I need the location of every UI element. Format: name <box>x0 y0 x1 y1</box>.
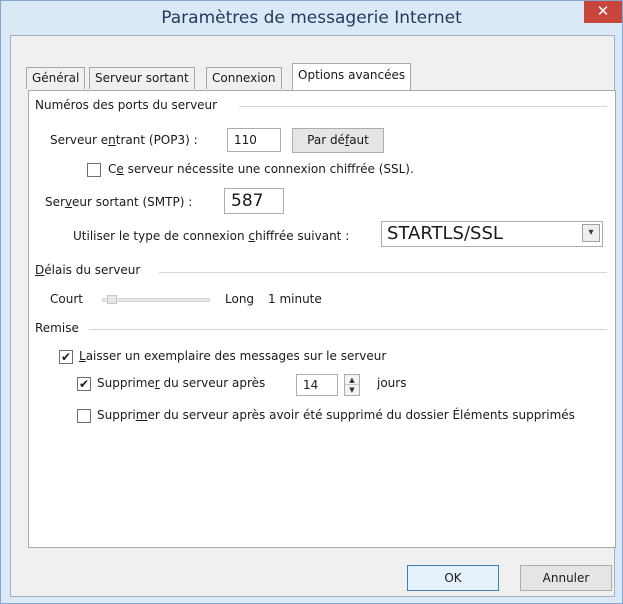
ssl-checkbox[interactable] <box>87 163 101 177</box>
timeout-short-label: Court <box>50 292 83 306</box>
keep-copy-checkbox[interactable]: ✔ <box>59 350 73 364</box>
timeout-group-label: Délais du serveur <box>35 263 141 277</box>
remove-after-checkbox[interactable]: ✔ <box>77 377 91 391</box>
dialog-client-area: Général Serveur sortant Connexion Option… <box>10 35 616 597</box>
encryption-type-select[interactable]: STARTLS/SSL ▾ <box>381 221 603 247</box>
ssl-checkbox-label: Ce serveur nécessite une connexion chiff… <box>108 162 414 176</box>
ports-group-divider <box>239 106 607 107</box>
default-button[interactable]: Par défaut <box>292 128 384 153</box>
settings-dialog: Paramètres de messagerie Internet ✕ Géné… <box>0 0 623 604</box>
ports-group-label: Numéros des ports du serveur <box>35 98 218 112</box>
tab-outgoing-server[interactable]: Serveur sortant <box>89 67 195 89</box>
timeout-slider-thumb[interactable] <box>107 295 117 304</box>
incoming-port-label: Serveur entrant (POP3) : <box>50 133 198 147</box>
keep-copy-label: Laisser un exemplaire des messages sur l… <box>79 349 387 363</box>
ok-button[interactable]: OK <box>407 565 499 591</box>
outgoing-port-label: Serveur sortant (SMTP) : <box>45 195 193 209</box>
delivery-group-divider <box>89 329 607 330</box>
advanced-options-panel: Numéros des ports du serveur Serveur ent… <box>28 90 616 548</box>
outgoing-port-input[interactable]: 587 <box>224 188 284 214</box>
chevron-down-icon[interactable]: ▾ <box>582 224 600 242</box>
close-button[interactable]: ✕ <box>584 1 622 23</box>
encryption-type-value: STARTLS/SSL <box>387 223 503 244</box>
timeout-long-label: Long <box>225 292 255 306</box>
cancel-button[interactable]: Annuler <box>520 565 612 591</box>
timeout-value: 1 minute <box>268 292 322 306</box>
days-unit-label: jours <box>377 376 407 390</box>
delivery-group-label: Remise <box>35 321 79 335</box>
remove-after-days-input[interactable]: 14 <box>296 374 338 396</box>
encryption-type-label: Utiliser le type de connexion chiffrée s… <box>73 229 350 243</box>
tab-connection[interactable]: Connexion <box>206 67 282 89</box>
timeout-slider-track <box>102 298 210 302</box>
close-icon: ✕ <box>596 2 610 20</box>
tab-general[interactable]: Général <box>26 67 86 89</box>
window-title: Paramètres de messagerie Internet <box>161 8 462 28</box>
remove-deleted-label: Supprimer du serveur après avoir été sup… <box>97 408 575 422</box>
spinner-up-icon[interactable]: ▲ <box>345 375 359 385</box>
tab-advanced-options[interactable]: Options avancées <box>292 63 412 90</box>
spinner-down-icon[interactable]: ▼ <box>345 385 359 395</box>
remove-deleted-checkbox[interactable] <box>77 409 91 423</box>
days-spinner[interactable]: ▲ ▼ <box>344 374 360 396</box>
remove-after-label: Supprimer du serveur après <box>97 376 266 390</box>
title-bar[interactable]: Paramètres de messagerie Internet ✕ <box>1 1 622 35</box>
timeout-group-divider <box>159 272 607 273</box>
timeout-slider[interactable] <box>102 295 210 307</box>
incoming-port-input[interactable]: 110 <box>227 128 281 152</box>
